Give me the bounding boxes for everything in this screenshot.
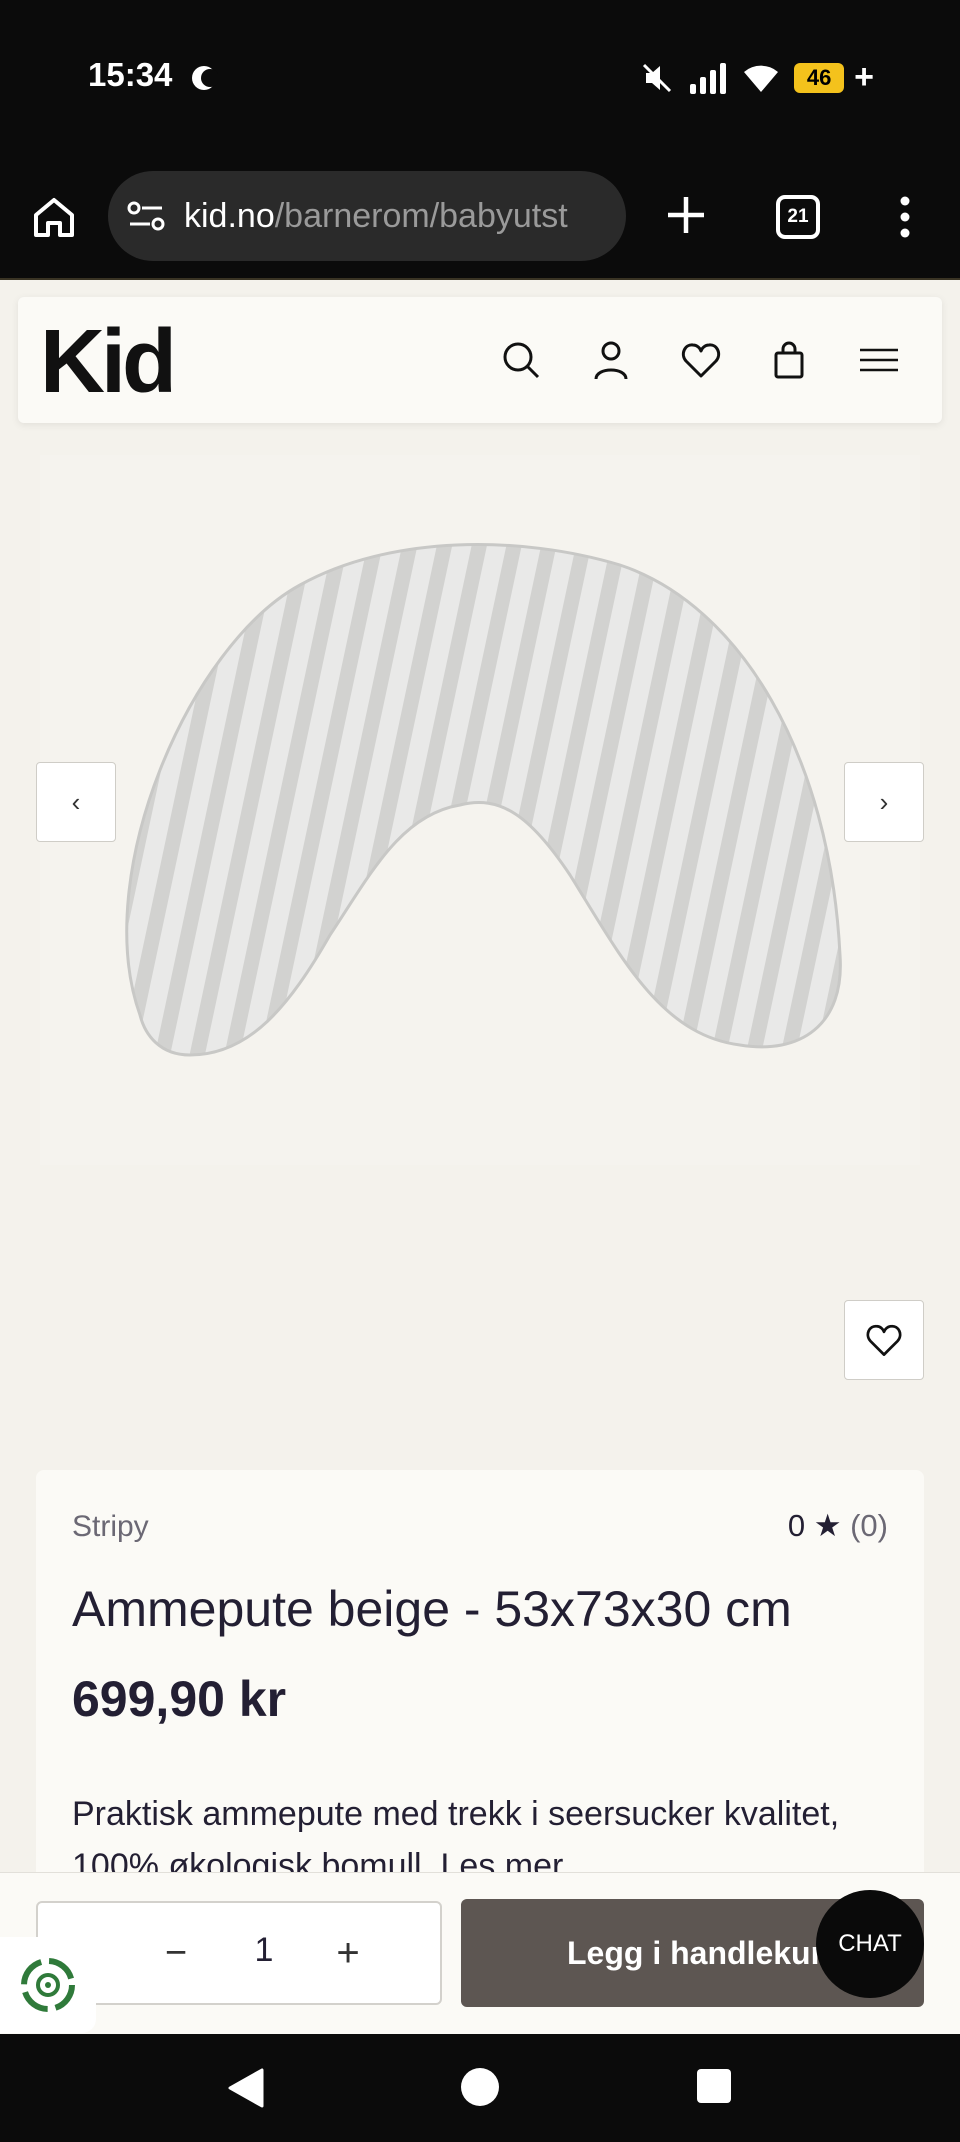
quantity-stepper: − 1 +: [36, 1901, 442, 2005]
account-icon[interactable]: [588, 337, 634, 383]
battery-icon: 46: [794, 62, 845, 93]
product-image-gallery[interactable]: [40, 455, 920, 1165]
status-time: 15:34: [88, 56, 173, 93]
chevron-right-icon: ›: [879, 786, 889, 817]
home-icon[interactable]: [30, 193, 78, 241]
rating-count: (0): [850, 1508, 888, 1543]
more-vert-icon[interactable]: [890, 193, 920, 241]
battery-level: 46: [806, 64, 832, 90]
site-settings-icon[interactable]: [126, 196, 166, 236]
product-image: [125, 543, 842, 1057]
product-title: Ammepute beige - 53x73x30 cm: [72, 1581, 792, 1637]
product-rating[interactable]: 0 ★ (0): [788, 1508, 888, 1544]
url-path: /barnerom/babyutst: [274, 196, 568, 235]
address-bar[interactable]: kid.no/barnerom/babyutst: [108, 171, 626, 261]
star-icon: ★: [813, 1508, 842, 1543]
recents-icon[interactable]: [697, 2069, 731, 2103]
url-domain: kid.no: [184, 196, 275, 235]
chat-button[interactable]: CHAT: [816, 1890, 924, 1998]
cart-icon[interactable]: [766, 337, 812, 383]
gallery-prev-button[interactable]: ‹: [36, 762, 116, 842]
back-icon[interactable]: [226, 2066, 266, 2110]
home-nav-icon[interactable]: [461, 2068, 499, 2106]
recycle-badge[interactable]: [0, 1937, 96, 2033]
rating-value: 0: [787, 1508, 806, 1543]
gallery-next-button[interactable]: ›: [844, 762, 924, 842]
menu-icon[interactable]: [856, 337, 902, 383]
quantity-increase-button[interactable]: +: [320, 1925, 376, 1981]
wifi-icon: [744, 65, 779, 92]
charging-icon: +: [854, 58, 874, 96]
wishlist-icon[interactable]: [678, 337, 724, 383]
site-header: Kid: [18, 297, 942, 423]
heart-icon: [866, 1324, 902, 1356]
tabs-icon[interactable]: 21: [776, 195, 820, 239]
product-price: 699,90 kr: [72, 1671, 287, 1727]
mute-icon: [643, 63, 672, 92]
signal-icon: [690, 62, 727, 94]
new-tab-icon[interactable]: [662, 191, 710, 239]
chevron-left-icon: ‹: [71, 786, 81, 817]
status-bar: 15:34 46 +: [0, 0, 960, 155]
tab-count: 21: [787, 206, 809, 227]
quantity-value[interactable]: 1: [234, 1931, 294, 1970]
moon-icon: [192, 66, 218, 90]
url-text: kid.no/barnerom/babyutst: [184, 197, 568, 236]
search-icon[interactable]: [498, 337, 544, 383]
browser-toolbar: kid.no/barnerom/babyutst 21: [0, 155, 960, 280]
system-navigation-bar: [0, 2034, 960, 2142]
site-logo[interactable]: Kid: [40, 311, 177, 414]
add-to-wishlist-button[interactable]: [844, 1300, 924, 1380]
product-brand[interactable]: Stripy: [72, 1510, 149, 1544]
quantity-decrease-button[interactable]: −: [148, 1925, 204, 1981]
recycle-icon: [21, 1958, 75, 2012]
